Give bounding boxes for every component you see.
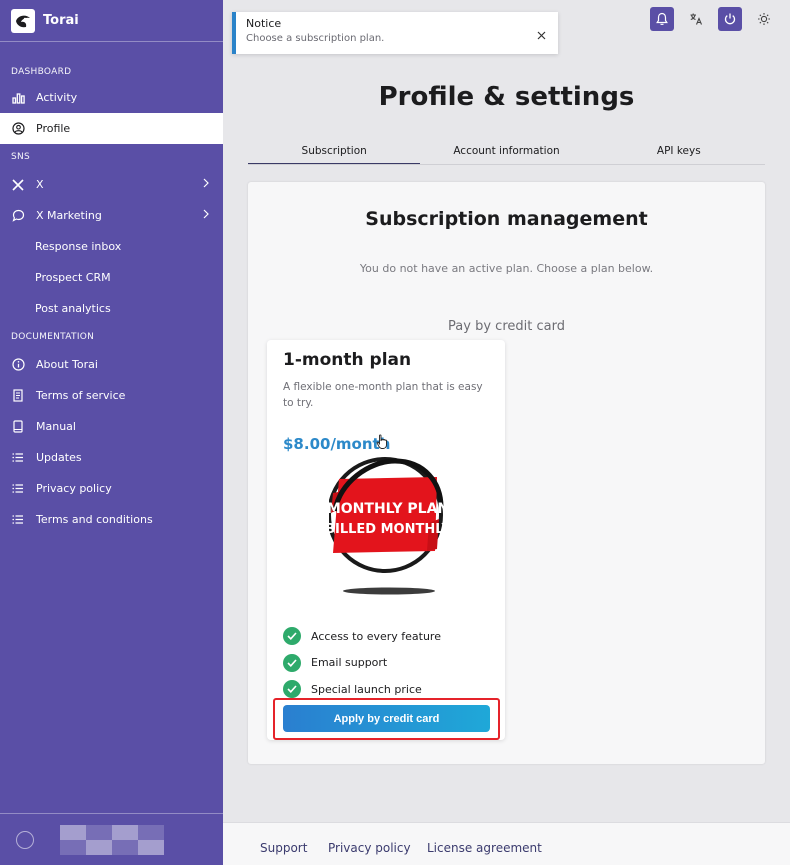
feature-label: Email support [311, 656, 388, 670]
sidebar-item-terms-of-service[interactable]: Terms of service [0, 380, 223, 411]
tab-subscription[interactable]: Subscription [248, 141, 421, 164]
chat-bubble-icon [11, 209, 25, 223]
tab-api-keys[interactable]: API keys [593, 141, 765, 164]
document-icon [11, 389, 25, 403]
user-circle-icon [11, 122, 25, 136]
book-icon [11, 420, 25, 434]
sidebar-item-label: Updates [36, 451, 82, 464]
sidebar-item-post-analytics[interactable]: Post analytics [0, 293, 223, 324]
sidebar-item-label: Profile [36, 122, 71, 135]
sidebar-item-label: X [36, 178, 44, 191]
toast-message: Choose a subscription plan. [246, 33, 385, 44]
tab-account-information[interactable]: Account information [420, 141, 592, 164]
footer-link-license[interactable]: License agreement [427, 841, 542, 855]
sidebar-item-label: Terms and conditions [36, 513, 153, 526]
plan-card: 1-month plan A flexible one-month plan t… [267, 340, 505, 740]
avatar [16, 830, 34, 849]
plan-name: 1-month plan [283, 350, 412, 370]
sidebar: Torai DASHBOARD Activity Profile SNS X X… [0, 0, 223, 865]
torai-logo-icon [11, 8, 35, 33]
sidebar-item-x-marketing[interactable]: X Marketing [0, 200, 223, 231]
app-name: Torai [43, 13, 79, 28]
page-title: Profile & settings [378, 82, 635, 112]
sidebar-item-label: Privacy policy [36, 482, 112, 495]
footer-link-support[interactable]: Support [260, 841, 307, 855]
apply-credit-card-button[interactable]: Apply by credit card [283, 705, 490, 732]
bar-chart-icon [11, 91, 25, 105]
section-documentation: DOCUMENTATION [11, 332, 95, 342]
translate-icon[interactable] [684, 7, 708, 31]
highlight-box: Apply by credit card [273, 698, 500, 740]
sidebar-item-label: About Torai [36, 358, 98, 371]
notifications-bell-icon[interactable] [650, 7, 674, 31]
sidebar-item-label: Terms of service [36, 389, 126, 402]
sidebar-item-x[interactable]: X [0, 169, 223, 200]
list-icon [11, 513, 25, 527]
subscription-card: Subscription management You do not have … [248, 182, 765, 764]
power-icon[interactable] [718, 7, 742, 31]
footer-link-privacy[interactable]: Privacy policy [328, 841, 411, 855]
sidebar-item-label: X Marketing [36, 209, 102, 222]
settings-tabs: Subscription Account information API key… [248, 141, 765, 165]
check-icon [283, 627, 301, 646]
subscription-description: You do not have an active plan. Choose a… [359, 262, 654, 275]
sidebar-item-prospect-crm[interactable]: Prospect CRM [0, 262, 223, 293]
toast-title: Notice [246, 17, 282, 30]
feature-list: Access to every feature Email support Sp… [283, 623, 441, 703]
brand[interactable]: Torai [0, 0, 223, 42]
stamp-line-1: MONTHLY PLAN [329, 501, 447, 517]
list-item: Email support [283, 650, 441, 677]
sidebar-item-label: Activity [36, 91, 78, 104]
close-icon[interactable] [537, 25, 547, 40]
check-icon [283, 653, 301, 672]
section-sns: SNS [11, 152, 31, 162]
feature-label: Access to every feature [311, 629, 441, 643]
plan-description: A flexible one-month plan that is easy t… [283, 381, 483, 409]
notice-toast: Notice Choose a subscription plan. [232, 12, 558, 54]
topbar-actions [650, 7, 776, 31]
user-account[interactable] [0, 813, 223, 865]
info-icon [11, 358, 25, 372]
sidebar-item-response-inbox[interactable]: Response inbox [0, 231, 223, 262]
list-item: Access to every feature [283, 623, 441, 650]
footer: Support Privacy policy License agreement [223, 822, 790, 865]
plan-price: $8.00/month [283, 435, 391, 453]
sidebar-item-terms-and-conditions[interactable]: Terms and conditions [0, 504, 223, 535]
monthly-plan-stamp-image: MONTHLY PLAN BILLED MONTHLY [325, 453, 451, 601]
chevron-right-icon [203, 209, 209, 222]
sidebar-item-privacy-policy[interactable]: Privacy policy [0, 473, 223, 504]
payment-method-label: Pay by credit card [448, 319, 565, 334]
chevron-right-icon [203, 178, 209, 191]
hand-cursor-icon [376, 434, 388, 454]
section-dashboard: DASHBOARD [11, 67, 72, 77]
sidebar-item-updates[interactable]: Updates [0, 442, 223, 473]
list-icon [11, 451, 25, 465]
sidebar-item-manual[interactable]: Manual [0, 411, 223, 442]
feature-label: Special launch price [311, 682, 422, 696]
sidebar-item-activity[interactable]: Activity [0, 82, 223, 113]
sidebar-item-profile[interactable]: Profile [0, 113, 223, 144]
theme-sun-icon[interactable] [752, 7, 776, 31]
sidebar-item-about[interactable]: About Torai [0, 349, 223, 380]
redacted-username [60, 824, 164, 855]
sidebar-item-label: Manual [36, 420, 76, 433]
stamp-line-2: BILLED MONTHLY [329, 522, 447, 537]
list-icon [11, 482, 25, 496]
subscription-title: Subscription management [365, 208, 648, 230]
x-logo-icon [11, 178, 25, 192]
check-icon [283, 680, 301, 699]
main-content: Profile & settings Subscription Account … [223, 0, 790, 865]
